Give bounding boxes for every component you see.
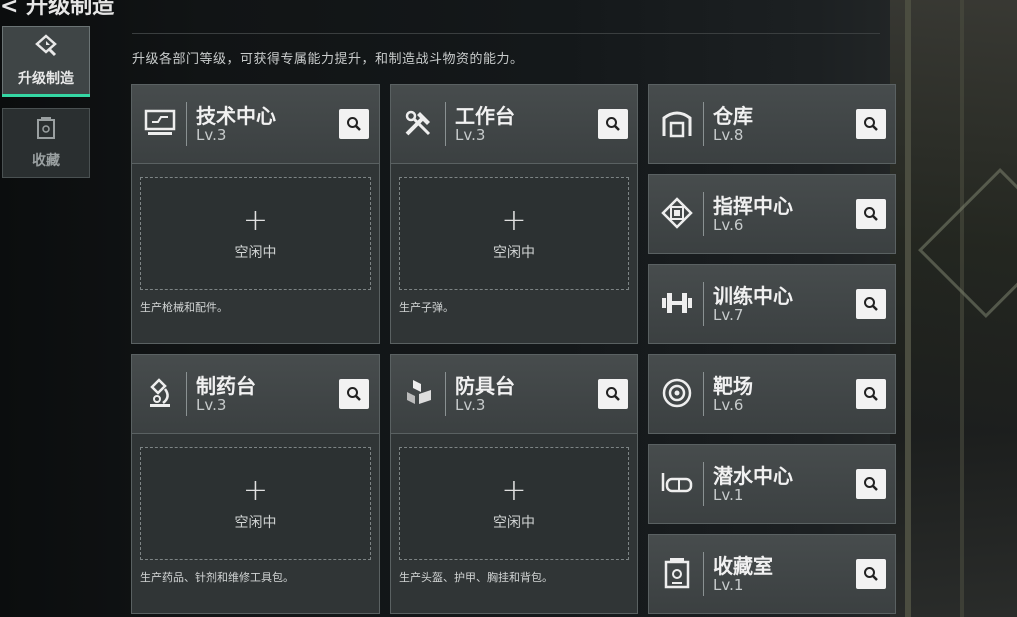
department-level: Lv.3 <box>455 396 486 414</box>
department-card-tech-center[interactable]: 技术中心 Lv.3 + 空闲中 生产枪械和配件。 <box>131 84 380 344</box>
department-card-workbench[interactable]: 工作台 Lv.3 + 空闲中 生产子弹。 <box>390 84 638 344</box>
department-card-diving-center[interactable]: 潜水中心 Lv.1 <box>648 444 896 524</box>
inspect-button[interactable] <box>339 379 369 409</box>
header-divider <box>703 282 704 326</box>
search-icon <box>864 207 878 221</box>
department-level: Lv.3 <box>196 396 227 414</box>
department-description: 生产头盔、护甲、胸挂和背包。 <box>399 571 553 584</box>
department-card-pharmacy[interactable]: 制药台 Lv.3 + 空闲中 生产药品、针剂和维修工具包。 <box>131 354 380 614</box>
search-icon <box>864 117 878 131</box>
header-divider <box>703 102 704 146</box>
department-name: 仓库 <box>713 104 753 128</box>
department-level: Lv.1 <box>713 486 744 504</box>
header-divider <box>703 192 704 236</box>
department-name: 指挥中心 <box>713 194 793 218</box>
department-card-command-center[interactable]: 指挥中心 Lv.6 <box>648 174 896 254</box>
department-name: 收藏室 <box>713 554 773 578</box>
search-icon <box>606 117 620 131</box>
command-chip-icon <box>657 193 697 233</box>
inspect-button[interactable] <box>856 379 886 409</box>
department-level: Lv.7 <box>713 306 744 324</box>
inspect-button[interactable] <box>856 559 886 589</box>
tab-label: 升级制造 <box>18 71 74 87</box>
collection-box-icon <box>35 116 57 144</box>
department-card-shooting-range[interactable]: 靶场 Lv.6 <box>648 354 896 434</box>
header-divider <box>132 33 880 34</box>
microscope-icon <box>140 373 180 413</box>
inspect-button[interactable] <box>856 109 886 139</box>
department-name: 训练中心 <box>713 284 793 308</box>
search-icon <box>864 477 878 491</box>
department-level: Lv.6 <box>713 216 744 234</box>
production-slot[interactable]: + 空闲中 <box>399 177 629 290</box>
search-icon <box>606 387 620 401</box>
search-icon <box>864 567 878 581</box>
add-icon: + <box>242 472 269 508</box>
slot-status: 空闲中 <box>493 244 535 261</box>
inspect-button[interactable] <box>856 199 886 229</box>
warehouse-icon <box>657 103 697 143</box>
tab-upgrade-manufacture[interactable]: 升级制造 <box>2 26 90 96</box>
inspect-button[interactable] <box>598 109 628 139</box>
target-icon <box>657 373 697 413</box>
production-slot[interactable]: + 空闲中 <box>399 447 629 560</box>
department-name: 潜水中心 <box>713 464 793 488</box>
inspect-button[interactable] <box>598 379 628 409</box>
department-name: 技术中心 <box>196 104 276 128</box>
header-divider <box>703 462 704 506</box>
header-divider <box>186 102 187 146</box>
department-level: Lv.3 <box>196 126 227 144</box>
department-description: 生产子弹。 <box>399 301 454 314</box>
header-divider <box>703 372 704 416</box>
slot-status: 空闲中 <box>234 514 277 531</box>
department-card-collection-room[interactable]: 收藏室 Lv.1 <box>648 534 896 614</box>
department-level: Lv.3 <box>455 126 486 144</box>
production-slot[interactable]: + 空闲中 <box>140 447 371 560</box>
slot-status: 空闲中 <box>493 514 535 531</box>
production-slot[interactable]: + 空闲中 <box>140 177 371 290</box>
department-description: 生产枪械和配件。 <box>140 301 228 314</box>
add-icon: + <box>501 472 527 508</box>
department-level: Lv.6 <box>713 396 744 414</box>
department-name: 制药台 <box>196 374 256 398</box>
header-divider <box>186 372 187 416</box>
department-card-warehouse[interactable]: 仓库 Lv.8 <box>648 84 896 164</box>
inspect-button[interactable] <box>339 109 369 139</box>
page-description: 升级各部门等级，可获得专属能力提升，和制造战斗物资的能力。 <box>132 52 524 67</box>
background-pillar <box>960 0 964 617</box>
tech-screen-icon <box>140 103 180 143</box>
search-icon <box>864 387 878 401</box>
search-icon <box>347 387 361 401</box>
department-level: Lv.1 <box>713 576 744 594</box>
slot-status: 空闲中 <box>234 244 277 261</box>
header-divider <box>445 102 446 146</box>
department-card-armor-bench[interactable]: 防具台 Lv.3 + 空闲中 生产头盔、护甲、胸挂和背包。 <box>390 354 638 614</box>
active-tab-indicator <box>2 94 90 97</box>
workbench-tools-icon <box>399 103 439 143</box>
collection-room-icon <box>657 553 697 593</box>
add-icon: + <box>501 202 527 238</box>
inspect-button[interactable] <box>856 469 886 499</box>
inspect-button[interactable] <box>856 289 886 319</box>
search-icon <box>864 297 878 311</box>
tab-label: 收藏 <box>32 153 60 169</box>
department-name: 靶场 <box>713 374 753 398</box>
department-name: 防具台 <box>455 374 515 398</box>
header-divider <box>703 552 704 596</box>
department-level: Lv.8 <box>713 126 744 144</box>
tab-collection[interactable]: 收藏 <box>2 108 90 178</box>
header-divider <box>445 372 446 416</box>
diving-mask-icon <box>657 463 697 503</box>
armor-blocks-icon <box>399 373 439 413</box>
department-description: 生产药品、针剂和维修工具包。 <box>140 571 294 584</box>
search-icon <box>347 117 361 131</box>
add-icon: + <box>242 202 269 238</box>
background-pillar <box>905 0 911 617</box>
upgrade-hammer-icon <box>33 34 59 62</box>
page-title[interactable]: < 升级制造 <box>0 0 114 20</box>
department-card-training-center[interactable]: 训练中心 Lv.7 <box>648 264 896 344</box>
dumbbell-icon <box>657 283 697 323</box>
department-name: 工作台 <box>455 104 515 128</box>
